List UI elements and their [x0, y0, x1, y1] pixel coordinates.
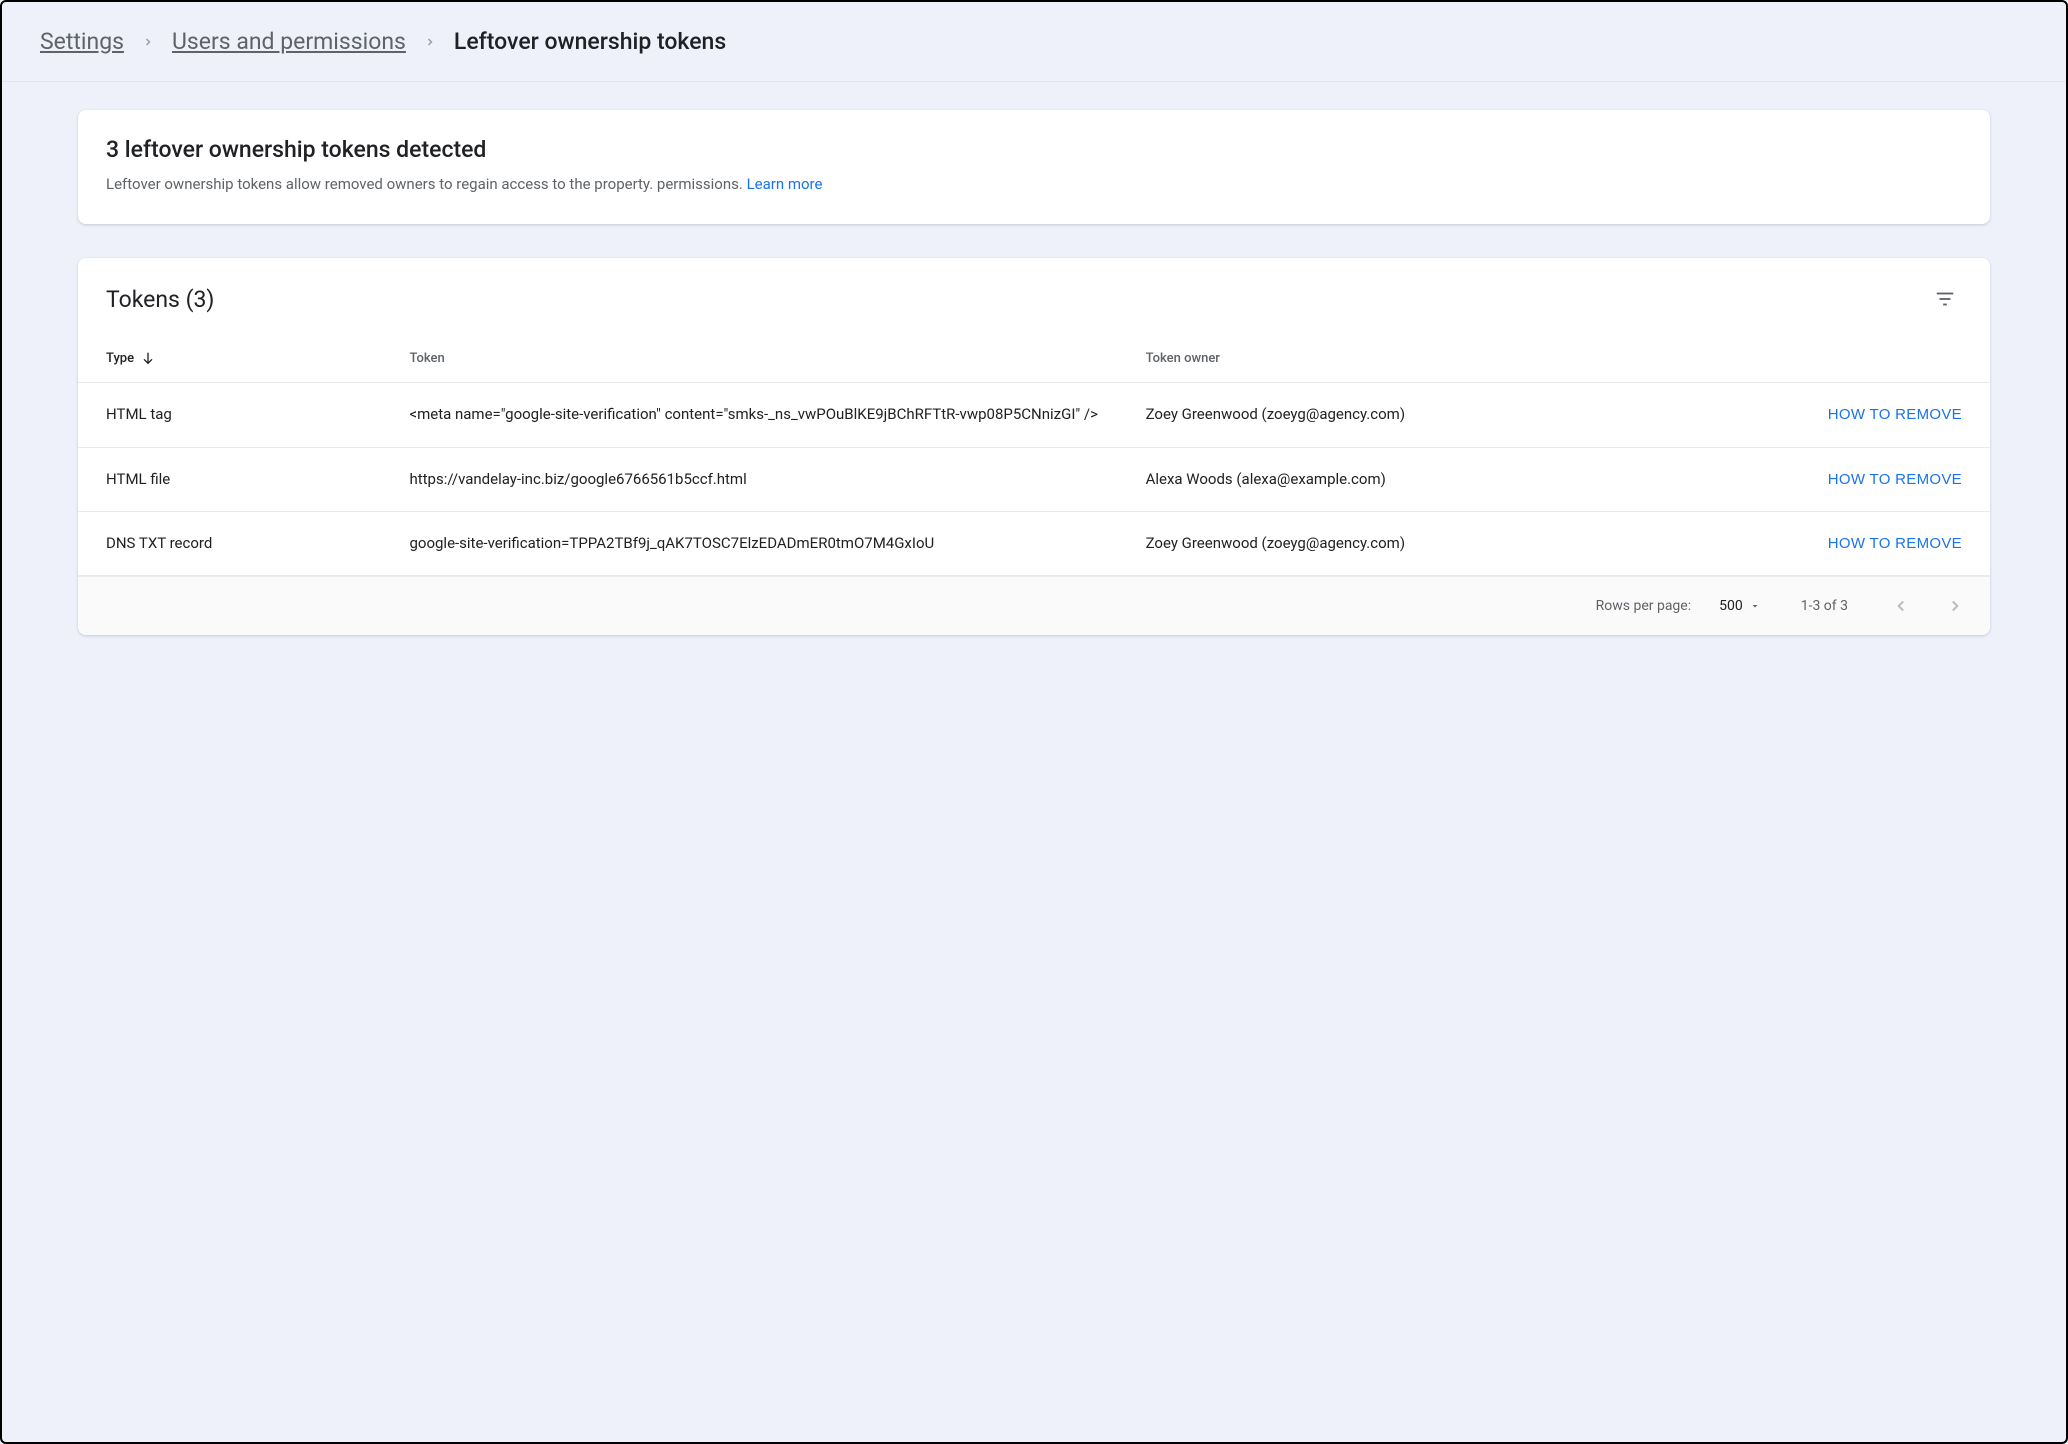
cell-owner: Zoey Greenwood (zoeyg@agency.com) — [1130, 511, 1704, 575]
arrow-down-icon — [140, 350, 156, 366]
how-to-remove-button[interactable]: HOW TO REMOVE — [1828, 535, 1962, 552]
how-to-remove-button[interactable]: HOW TO REMOVE — [1828, 406, 1962, 423]
chevron-right-icon — [424, 36, 436, 48]
breadcrumb-current: Leftover ownership tokens — [454, 28, 726, 55]
info-title: 3 leftover ownership tokens detected — [106, 136, 1962, 163]
breadcrumb: Settings Users and permissions Leftover … — [2, 2, 2066, 82]
col-action-header — [1703, 328, 1990, 383]
breadcrumb-settings[interactable]: Settings — [40, 28, 124, 55]
learn-more-link[interactable]: Learn more — [747, 175, 823, 193]
col-type-label: Type — [106, 351, 134, 366]
info-body-text: Leftover ownership tokens allow removed … — [106, 175, 747, 193]
filter-icon[interactable] — [1928, 282, 1962, 316]
cell-owner: Alexa Woods (alexa@example.com) — [1130, 447, 1704, 511]
pagination-range: 1-3 of 3 — [1801, 598, 1848, 614]
cell-type: DNS TXT record — [78, 511, 393, 575]
rows-per-page-value: 500 — [1719, 598, 1743, 614]
next-page-button[interactable] — [1942, 593, 1968, 619]
info-body: Leftover ownership tokens allow removed … — [106, 173, 1962, 196]
how-to-remove-button[interactable]: HOW TO REMOVE — [1828, 471, 1962, 488]
pagination: Rows per page: 500 1-3 of 3 — [78, 576, 1990, 635]
table-row: HTML file https://vandelay-inc.biz/googl… — [78, 447, 1990, 511]
table-row: HTML tag <meta name="google-site-verific… — [78, 383, 1990, 447]
cell-token: <meta name="google-site-verification" co… — [393, 383, 1129, 447]
col-type-header[interactable]: Type — [78, 328, 393, 383]
breadcrumb-users-permissions[interactable]: Users and permissions — [172, 28, 406, 55]
rows-per-page-select[interactable]: 500 — [1719, 598, 1761, 614]
chevron-right-icon — [142, 36, 154, 48]
chevron-left-icon — [1892, 597, 1910, 615]
col-owner-header[interactable]: Token owner — [1130, 328, 1704, 383]
tokens-table: Type Token Token owner HTML ta — [78, 328, 1990, 576]
info-card: 3 leftover ownership tokens detected Lef… — [78, 110, 1990, 224]
tokens-card: Tokens (3) Type — [78, 258, 1990, 635]
table-row: DNS TXT record google-site-verification=… — [78, 511, 1990, 575]
col-token-header[interactable]: Token — [393, 328, 1129, 383]
caret-down-icon — [1749, 600, 1761, 612]
chevron-right-icon — [1946, 597, 1964, 615]
prev-page-button[interactable] — [1888, 593, 1914, 619]
cell-type: HTML tag — [78, 383, 393, 447]
cell-type: HTML file — [78, 447, 393, 511]
cell-token: https://vandelay-inc.biz/google6766561b5… — [393, 447, 1129, 511]
rows-per-page-label: Rows per page: — [1596, 598, 1691, 614]
table-title: Tokens (3) — [106, 286, 214, 313]
cell-token: google-site-verification=TPPA2TBf9j_qAK7… — [393, 511, 1129, 575]
cell-owner: Zoey Greenwood (zoeyg@agency.com) — [1130, 383, 1704, 447]
